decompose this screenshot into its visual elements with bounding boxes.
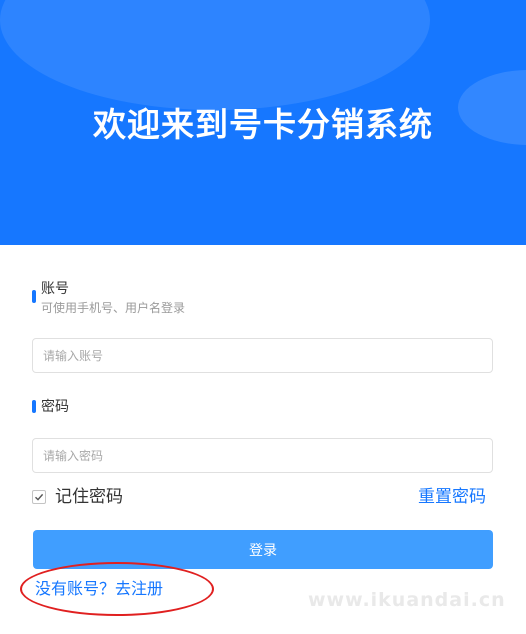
login-button[interactable]: 登录 [33,530,493,569]
reset-password-link[interactable]: 重置密码 [418,486,486,508]
check-icon [35,493,44,501]
register-link[interactable]: 没有账号？去注册 [35,578,163,600]
remember-password-label[interactable]: 记住密码 [55,486,123,508]
decorative-blob [0,0,430,110]
password-label: 密码 [41,399,69,415]
account-label-marker [32,290,36,303]
account-hint: 可使用手机号、用户名登录 [41,301,186,315]
account-label: 账号 [41,281,69,297]
hero-banner: 欢迎来到号卡分销系统 [0,0,526,245]
watermark: www.ikuandai.cn [308,589,506,611]
remember-password-checkbox[interactable] [32,490,46,504]
page-title: 欢迎来到号卡分销系统 [93,105,433,144]
password-input[interactable] [32,438,493,473]
password-label-marker [32,400,36,413]
account-input[interactable] [32,338,493,373]
